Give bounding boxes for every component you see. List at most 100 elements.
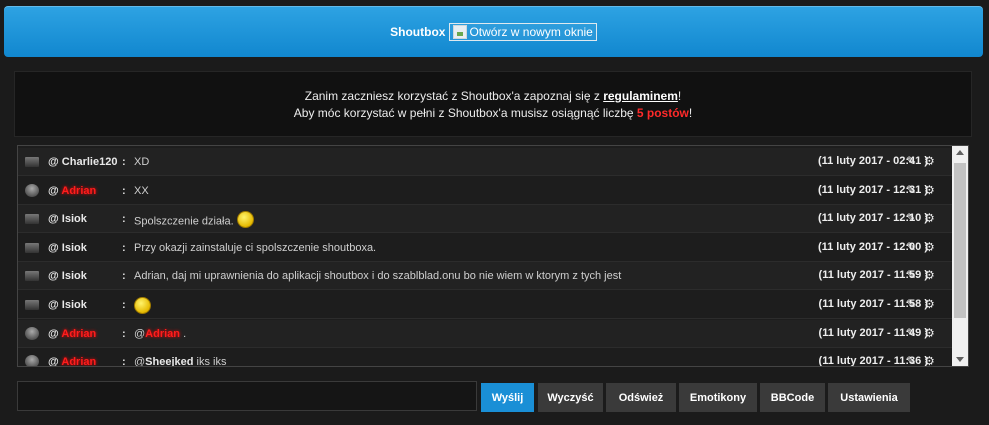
- shout-message-text: iks iks: [196, 356, 227, 367]
- bbcode-button[interactable]: BBCode: [760, 383, 825, 412]
- edit-icon[interactable]: ✎: [906, 298, 918, 310]
- username-text[interactable]: Isiok: [62, 242, 87, 254]
- avatar[interactable]: [25, 214, 39, 225]
- shout-username[interactable]: @ Adrian: [48, 185, 96, 197]
- notice-line-2: Aby móc korzystać w pełni z Shoutbox'a m…: [15, 105, 971, 122]
- clear-button[interactable]: Wyczyść: [538, 383, 603, 412]
- shout-message: XX: [134, 185, 149, 197]
- broken-image-icon: [453, 24, 468, 39]
- gear-icon[interactable]: ⚙: [924, 212, 936, 224]
- gear-icon[interactable]: ⚙: [924, 298, 936, 310]
- notice-text: Aby móc korzystać w pełni z Shoutbox'a m…: [293, 106, 637, 120]
- mention-username[interactable]: Sheejked: [145, 356, 193, 366]
- shout-message: @Adrian .: [134, 328, 186, 340]
- shout-username[interactable]: @ Isiok: [48, 270, 87, 282]
- rules-notice: Zanim zaczniesz korzystać z Shoutbox'a z…: [14, 71, 972, 137]
- separator: :: [122, 184, 126, 197]
- shout-message: [134, 297, 151, 316]
- avatar[interactable]: [25, 157, 39, 167]
- emoticons-button[interactable]: Emotikony: [679, 383, 757, 412]
- shout-username[interactable]: @ Isiok: [48, 242, 87, 254]
- username-text[interactable]: Adrian: [61, 328, 96, 340]
- edit-icon[interactable]: ✎: [906, 327, 918, 339]
- shout-list-scrollbar[interactable]: [952, 146, 968, 366]
- scroll-down-arrow[interactable]: [956, 357, 964, 362]
- avatar[interactable]: [25, 355, 39, 366]
- scroll-thumb[interactable]: [954, 163, 966, 318]
- edit-icon[interactable]: ✎: [906, 212, 918, 224]
- avatar[interactable]: [25, 183, 39, 197]
- username-text[interactable]: Isiok: [62, 270, 87, 282]
- shout-message: Spolszczenie działa.: [134, 211, 254, 230]
- notice-text: !: [688, 106, 693, 120]
- settings-button[interactable]: Ustawienia: [828, 383, 910, 412]
- edit-icon[interactable]: ✎: [906, 241, 918, 253]
- username-prefix: @: [48, 184, 62, 197]
- gear-icon[interactable]: ⚙: [924, 327, 936, 339]
- post-count-requirement: 5 postów: [636, 106, 689, 120]
- shout-username[interactable]: @ Isiok: [48, 213, 87, 225]
- shout-username[interactable]: @ Adrian: [48, 356, 96, 367]
- shout-list: @ Charlie120: XD (11 luty 2017 - 02:41 ) ✎ ⚙…: [17, 145, 969, 367]
- username-text[interactable]: Charlie120: [62, 156, 118, 168]
- avatar[interactable]: [25, 271, 39, 282]
- username-prefix: @: [48, 270, 62, 283]
- shoutbox-title: Shoutbox: [390, 24, 446, 39]
- shout-message-text: .: [183, 327, 187, 340]
- gear-icon[interactable]: ⚙: [924, 355, 936, 366]
- smiley-emoticon-icon: [134, 297, 151, 314]
- refresh-button[interactable]: Odśwież: [606, 383, 676, 412]
- notice-text: !: [677, 89, 682, 103]
- separator: :: [122, 241, 126, 254]
- separator: :: [122, 156, 126, 168]
- username-prefix: @: [48, 299, 62, 311]
- username-text[interactable]: Adrian: [61, 185, 96, 197]
- mention-at: @: [134, 356, 146, 367]
- shout-message: @Sheejked iks iks: [134, 356, 227, 367]
- avatar[interactable]: [25, 326, 39, 340]
- username-prefix: @: [48, 356, 62, 367]
- open-new-window-link[interactable]: Otwórz w nowym oknie: [449, 22, 597, 41]
- edit-icon[interactable]: ✎: [906, 155, 918, 167]
- shout-message: Przy okazji zainstaluje ci spolszczenie …: [134, 242, 376, 254]
- shout-message-text: XX: [134, 184, 149, 197]
- username-prefix: @: [48, 241, 62, 254]
- edit-icon[interactable]: ✎: [906, 269, 918, 281]
- username-text[interactable]: Isiok: [62, 299, 87, 311]
- avatar[interactable]: [25, 300, 39, 310]
- gear-icon[interactable]: ⚙: [924, 241, 936, 253]
- edit-icon[interactable]: ✎: [906, 184, 918, 196]
- mention-username[interactable]: Adrian: [145, 328, 180, 340]
- username-text[interactable]: Isiok: [62, 213, 87, 225]
- shout-message: XD: [134, 156, 149, 168]
- mention-at: @: [134, 327, 146, 340]
- shout-row: @ Isiok: Spolszczenie działa. (11 luty 20…: [18, 205, 952, 234]
- username-prefix: @: [48, 213, 62, 226]
- shout-input[interactable]: [17, 381, 477, 411]
- shout-username[interactable]: @ Charlie120: [48, 156, 117, 168]
- open-new-window-label: Otwórz w nowym oknie: [469, 24, 593, 39]
- gear-icon[interactable]: ⚙: [924, 184, 936, 196]
- shout-row: @ Adrian: XX (11 luty 2017 - 12:31 ) ✎ ⚙: [18, 177, 952, 205]
- shout-username[interactable]: @ Isiok: [48, 299, 87, 311]
- username-prefix: @: [48, 327, 62, 340]
- gear-icon[interactable]: ⚙: [924, 155, 936, 167]
- shout-message: Adrian, daj mi uprawnienia do aplikacji …: [134, 270, 621, 282]
- shout-message-text: XD: [134, 156, 150, 168]
- shout-username[interactable]: @ Adrian: [48, 328, 96, 340]
- shout-row: @ Adrian: @Adrian . (11 luty 2017 - 11:49 …: [18, 319, 952, 348]
- separator: :: [122, 356, 126, 367]
- separator: :: [122, 299, 126, 311]
- rules-link[interactable]: regulaminem: [603, 89, 678, 103]
- send-button[interactable]: Wyślij: [481, 383, 534, 412]
- smiley-emoticon-icon: [236, 211, 254, 229]
- username-text[interactable]: Adrian: [61, 356, 96, 366]
- scroll-up-arrow[interactable]: [956, 150, 964, 155]
- separator: :: [122, 213, 126, 226]
- avatar[interactable]: [25, 242, 39, 253]
- edit-icon[interactable]: ✎: [906, 355, 918, 366]
- gear-icon[interactable]: ⚙: [924, 269, 936, 281]
- shout-row: @ Isiok: (11 luty 2017 - 11:58 ) ✎ ⚙: [18, 291, 952, 319]
- shout-message-text: Adrian, daj mi uprawnienia do aplikacji …: [134, 270, 622, 283]
- notice-text: Zanim zaczniesz korzystać z Shoutbox'a z…: [304, 89, 604, 103]
